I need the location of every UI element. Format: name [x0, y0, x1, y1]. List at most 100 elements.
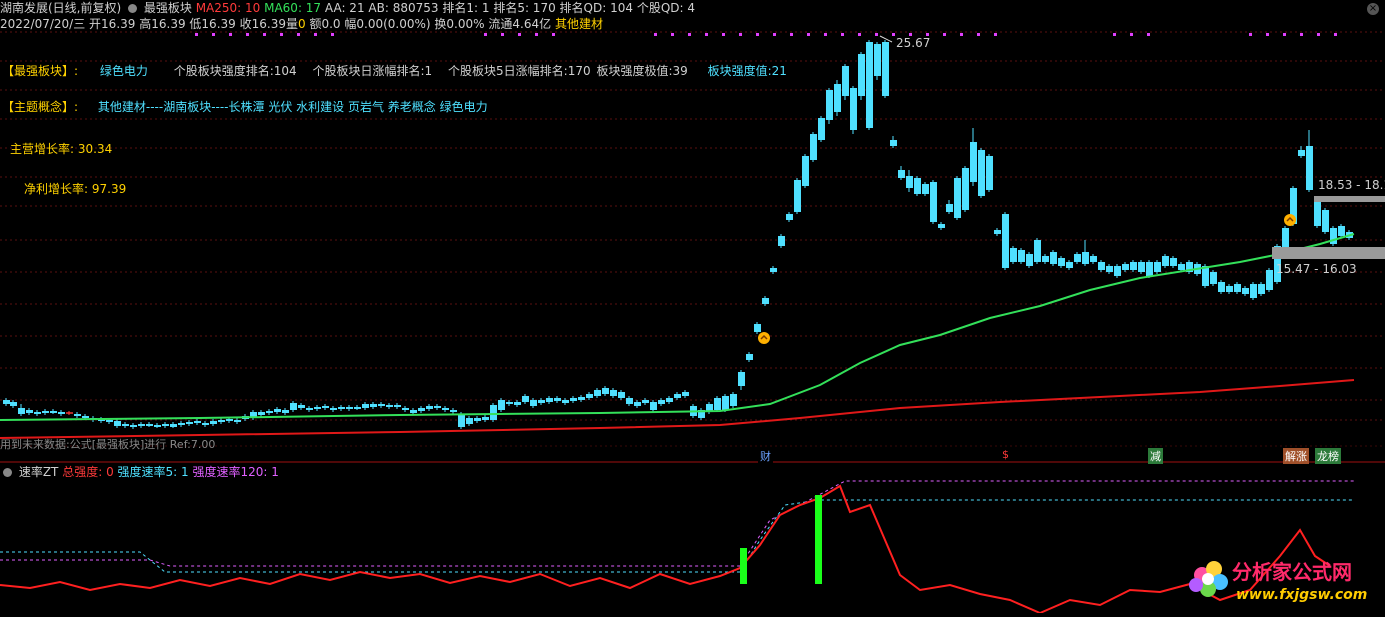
candle-body: [882, 42, 889, 96]
candle-body: [914, 178, 921, 194]
kline-chart[interactable]: [0, 0, 1385, 613]
top-marker: [1147, 33, 1150, 36]
ma250-line: [0, 379, 1355, 439]
candle-body: [338, 407, 345, 409]
candle-body: [1170, 258, 1177, 266]
candle-body: [34, 412, 41, 414]
candle-body: [730, 394, 737, 406]
candle-body: [586, 394, 593, 398]
candle-body: [570, 398, 577, 401]
sub-name[interactable]: 速率ZT: [19, 465, 59, 479]
top-marker: [1113, 33, 1116, 36]
candle-body: [1018, 250, 1025, 262]
candle-body: [682, 392, 689, 396]
candle-body: [954, 178, 961, 218]
top-marker: [858, 33, 861, 36]
logo-url: www.fxjgsw.com: [1236, 587, 1368, 603]
candle-body: [938, 224, 945, 228]
concept-value: 其他建材----湖南板块----长株潭 光伏 水利建设 页岩气 养老概念 绿色电…: [97, 100, 488, 114]
stock-name[interactable]: 湖南发展(日线,前复权): [0, 1, 121, 15]
speed120-line: [0, 480, 1354, 567]
candle-body: [378, 404, 385, 406]
signal-unlock[interactable]: 解涨: [1283, 448, 1309, 464]
top-marker: [654, 33, 657, 36]
candle-body: [562, 400, 569, 403]
price-pointer: [879, 35, 893, 43]
strength-bar: [815, 495, 822, 584]
top-marker: [824, 33, 827, 36]
range-top-bar: [1314, 196, 1385, 202]
candle-body: [274, 409, 281, 412]
candle-body: [778, 236, 785, 246]
candle-body: [418, 408, 425, 411]
candle-body: [1050, 252, 1057, 264]
signal-dollar[interactable]: $: [1000, 448, 1011, 461]
candle-body: [890, 140, 897, 146]
top-marker: [501, 33, 504, 36]
signal-finance[interactable]: 财: [758, 448, 773, 464]
candle-body: [922, 184, 929, 194]
top-marker: [1266, 33, 1269, 36]
candle-body: [714, 398, 721, 410]
indicator-name[interactable]: 最强板块: [144, 1, 192, 15]
concept-label: 【主题概念】:: [2, 100, 79, 114]
top-marker: [246, 33, 249, 36]
price-high-label: 25.67: [896, 36, 931, 50]
candle-body: [866, 42, 873, 128]
candle-body: [298, 405, 305, 408]
candle-body: [610, 390, 617, 396]
candle-body: [522, 396, 529, 402]
candle-body: [634, 402, 641, 406]
candle-body: [842, 66, 849, 96]
candle-body: [1178, 264, 1185, 270]
candle-body: [906, 176, 913, 188]
top-marker: [280, 33, 283, 36]
candle-body: [514, 402, 521, 405]
candle-body: [1338, 226, 1345, 236]
candle-body: [594, 390, 601, 396]
candle-body: [754, 324, 761, 332]
close-icon[interactable]: ×: [1367, 3, 1379, 15]
top-marker: [331, 33, 334, 36]
candle-body: [1122, 264, 1129, 270]
candle-body: [402, 408, 409, 410]
candle-body: [1234, 284, 1241, 292]
quote-high: 高16.39: [139, 17, 186, 31]
candle-body: [178, 423, 185, 425]
top-marker: [688, 33, 691, 36]
settings-icon[interactable]: [3, 468, 12, 477]
candle-body: [658, 400, 665, 404]
stock-rank: 个股板块强度排名:104: [173, 64, 297, 78]
buy-signal-icon: [1284, 214, 1296, 226]
top-marker: [739, 33, 742, 36]
top-marker: [756, 33, 759, 36]
candle-body: [394, 405, 401, 407]
candle-body: [506, 402, 513, 404]
candle-body: [346, 407, 353, 409]
range-bottom-bar: [1272, 247, 1385, 259]
strongest-label: 【最强板块】:: [2, 64, 79, 78]
candle-body: [786, 214, 793, 220]
candle-body: [1266, 270, 1273, 290]
quote-float: 流通4.64亿: [488, 17, 552, 31]
concept-row: 【主题概念】: 其他建材----湖南板块----长株潭 光伏 水利建设 页岩气 …: [2, 98, 488, 115]
quote-change: 幅0.00(0.00%): [344, 17, 431, 31]
candle-body: [530, 400, 537, 406]
total-strength-label: 总强度: 0: [62, 465, 114, 479]
candle-body: [1114, 266, 1121, 276]
top-marker: [875, 33, 878, 36]
settings-icon[interactable]: [128, 4, 138, 13]
quote-sector[interactable]: 其他建材: [555, 17, 603, 31]
signal-reduce[interactable]: 减: [1148, 448, 1163, 464]
candle-body: [50, 411, 57, 413]
candle-body: [458, 414, 465, 427]
candle-body: [82, 416, 89, 418]
candle-body: [362, 404, 369, 408]
profit-label: 净利增长率:: [24, 182, 89, 196]
aa-value: AA: 21: [324, 1, 365, 15]
top-marker: [994, 33, 997, 36]
signal-dragon-list[interactable]: 龙榜: [1315, 448, 1341, 464]
candle-body: [1154, 262, 1161, 272]
candle-body: [1282, 228, 1289, 250]
candle-body: [1210, 272, 1217, 284]
